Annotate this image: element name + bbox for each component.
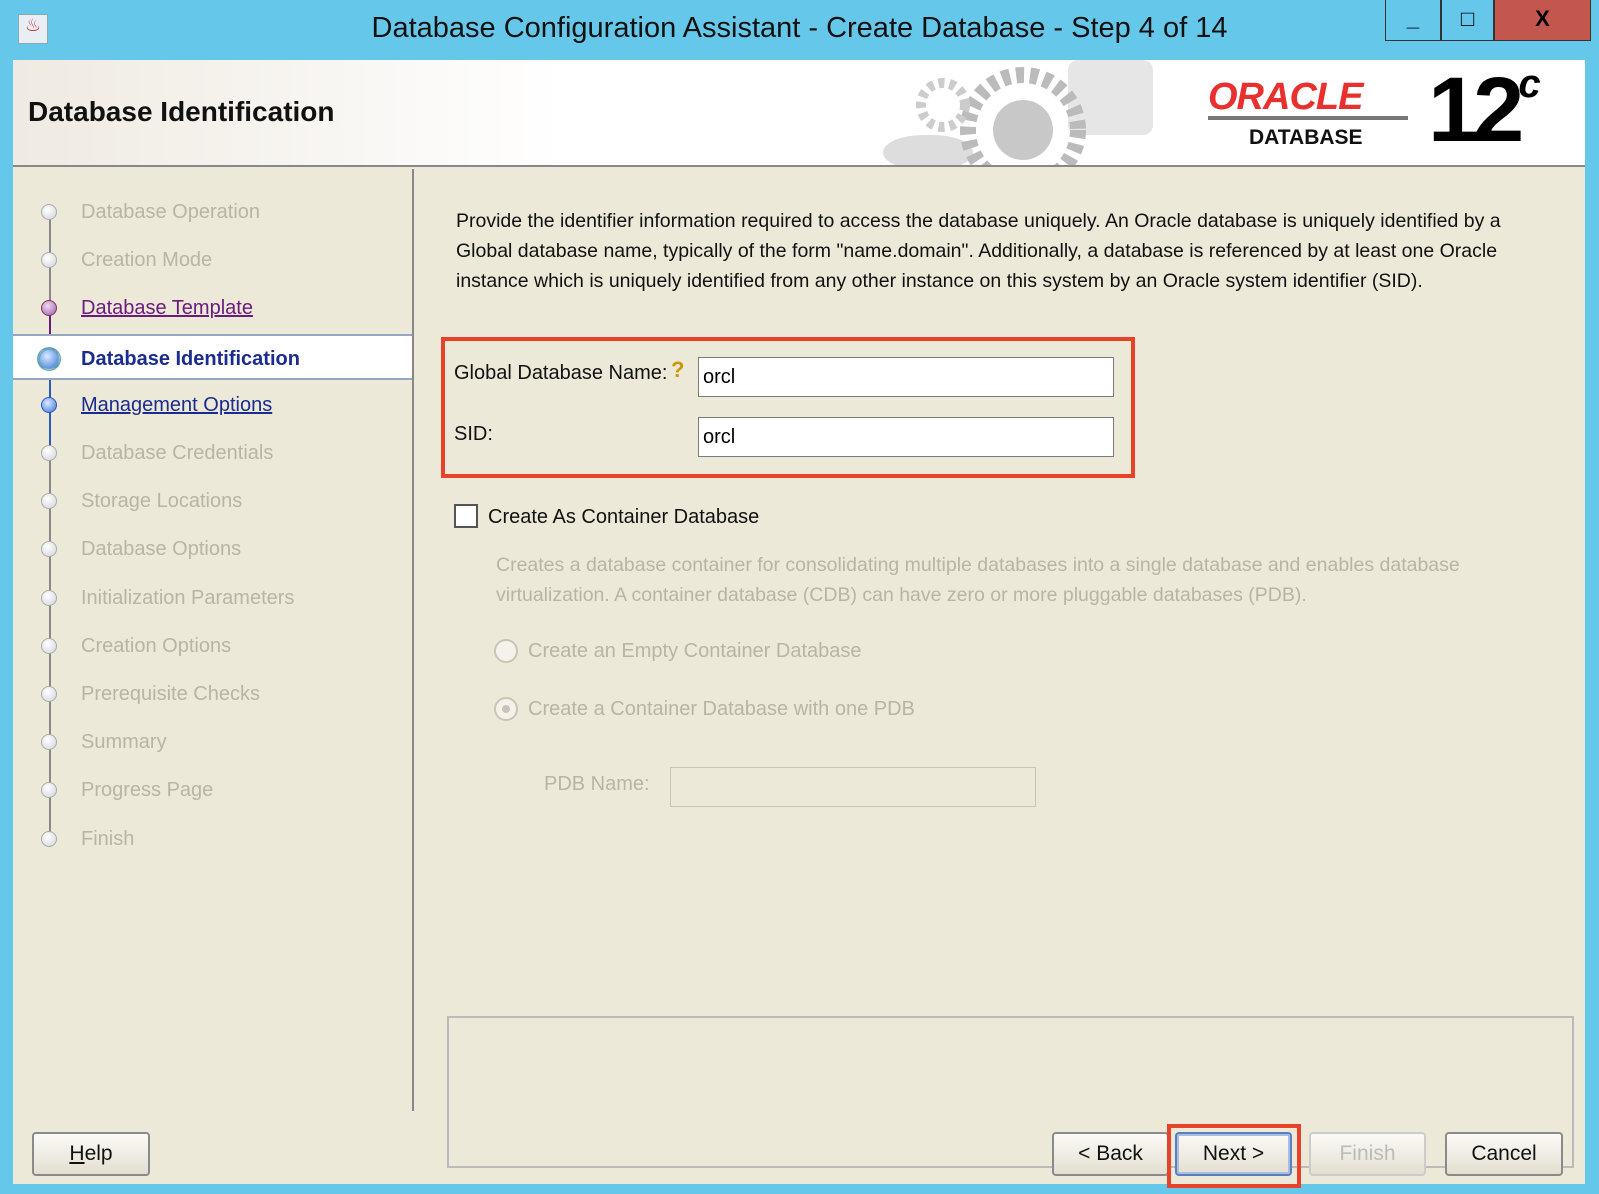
minimize-button[interactable]: _ <box>1385 0 1441 41</box>
step-indicator-icon <box>41 396 57 413</box>
step-label: Database Operation <box>81 201 261 223</box>
finish-button: Finish <box>1309 1132 1426 1176</box>
oracle-logo: ORACLE <box>1208 76 1363 118</box>
container-db-label[interactable]: Create As Container Database <box>488 506 759 529</box>
step-indicator-icon <box>41 734 57 751</box>
page-title: Database Identification <box>28 96 335 127</box>
step-indicator-icon <box>37 346 61 371</box>
step-label: Database Template <box>81 297 253 320</box>
step-initialization-parameters: Initialization Parameters <box>13 575 412 621</box>
global-name-label: Global Database Name: <box>454 362 668 384</box>
step-creation-options: Creation Options <box>13 623 412 669</box>
step-indicator-icon <box>41 589 57 606</box>
step-database-identification[interactable]: Database Identification <box>13 333 412 380</box>
version-logo: 12c <box>1428 59 1541 161</box>
highlight-next <box>1167 1124 1301 1188</box>
step-progress-page: Progress Page <box>13 767 412 813</box>
step-database-credentials: Database Credentials <box>13 430 412 476</box>
step-indicator-icon <box>41 686 57 702</box>
step-indicator-icon <box>41 493 57 510</box>
maximize-button[interactable]: □ <box>1441 0 1494 41</box>
step-summary: Summary <box>13 719 412 765</box>
step-indicator-icon <box>41 541 57 558</box>
container-description: Creates a database container for consoli… <box>496 554 1460 606</box>
step-label: Database Credentials <box>81 442 274 464</box>
step-label: Creation Mode <box>81 249 213 272</box>
global-name-input[interactable]: orcl <box>698 357 1114 397</box>
pdb-name-label: PDB Name: <box>544 773 650 795</box>
window-title: Database Configuration Assistant - Creat… <box>371 12 1228 44</box>
step-label: Summary <box>81 731 167 754</box>
sid-input[interactable]: orcl <box>698 417 1114 457</box>
step-finish: Finish <box>13 816 412 862</box>
step-label: Creation Options <box>81 634 232 657</box>
step-label: Management Options <box>81 393 273 416</box>
radio-container-one-pdb <box>494 697 518 721</box>
description-text: Provide the identifier information requi… <box>456 210 1501 292</box>
step-storage-locations: Storage Locations <box>13 478 412 524</box>
step-indicator-icon <box>41 637 57 654</box>
container-db-checkbox[interactable] <box>454 504 478 528</box>
radio-empty-container-label: Create an Empty Container Database <box>528 640 862 662</box>
oracle-logo-sub: DATABASE <box>1249 126 1363 149</box>
step-creation-mode: Creation Mode <box>13 237 412 283</box>
step-label: Prerequisite Checks <box>81 683 260 705</box>
step-label: Progress Page <box>81 779 214 802</box>
back-button[interactable]: < Back <box>1052 1132 1169 1176</box>
pdb-name-input <box>670 767 1036 807</box>
sid-label: SID: <box>454 423 493 445</box>
title-bar: ♨ Database Configuration Assistant - Cre… <box>0 0 1599 60</box>
steps-sidebar: Database Operation Creation Mode Database … <box>13 169 414 1111</box>
step-management-options[interactable]: Management Options <box>13 382 412 428</box>
step-label: Database Identification <box>81 347 300 370</box>
step-indicator-icon <box>41 445 57 461</box>
cancel-button[interactable]: Cancel <box>1445 1132 1563 1176</box>
header-banner: Database Identification ORACLE DATABASE … <box>13 60 1585 167</box>
step-indicator-icon <box>41 252 57 269</box>
step-label: Storage Locations <box>81 490 243 513</box>
step-indicator-icon <box>41 204 57 220</box>
step-database-template[interactable]: Database Template <box>13 285 412 331</box>
radio-empty-container <box>494 639 518 663</box>
step-database-operation: Database Operation <box>13 189 412 235</box>
step-indicator-icon <box>41 300 57 317</box>
close-button[interactable]: X <box>1494 0 1591 41</box>
step-indicator-icon <box>41 830 57 847</box>
step-label: Database Options <box>81 538 242 561</box>
help-button[interactable]: Help <box>32 1132 150 1176</box>
radio-container-one-pdb-label: Create a Container Database with one PDB <box>528 698 915 720</box>
gears-graphic-icon <box>883 60 1153 165</box>
step-indicator-icon <box>41 782 57 799</box>
step-label: Finish <box>81 827 135 850</box>
step-label: Initialization Parameters <box>81 586 295 609</box>
hint-bulb-icon[interactable]: ? <box>671 357 691 383</box>
step-prerequisite-checks: Prerequisite Checks <box>13 671 412 717</box>
step-database-options: Database Options <box>13 526 412 572</box>
